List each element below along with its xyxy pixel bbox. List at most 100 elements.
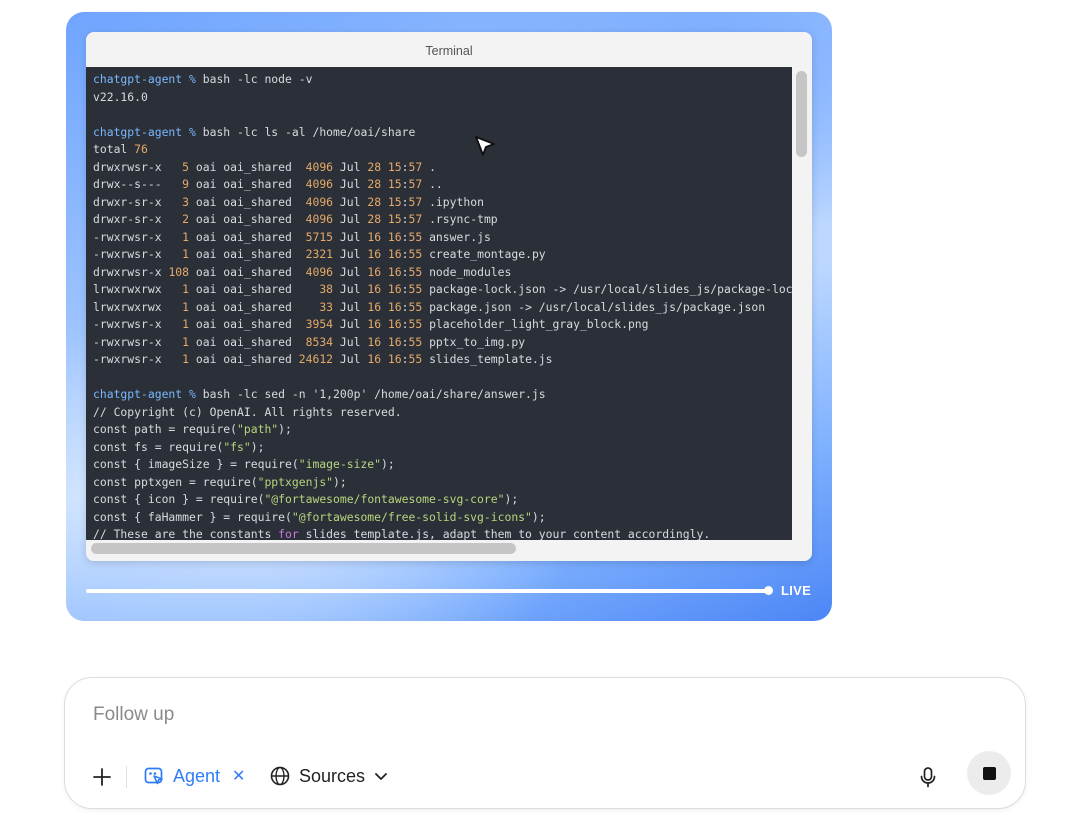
terminal-segment: );	[531, 509, 546, 524]
terminal-segment: 55	[408, 299, 423, 314]
terminal-segment: 55	[408, 247, 423, 261]
terminal-segment: oai oai_shared	[189, 194, 306, 209]
composer: Agent ✕ Sources	[64, 677, 1026, 809]
terminal-segment: -rwxrwsr-x	[93, 317, 183, 331]
terminal-line: -rwxrwsr-x 1 oai oai_shared 8534 Jul 16 …	[93, 334, 792, 352]
sources-button[interactable]: Sources	[269, 761, 389, 791]
terminal-window: Terminal chatgpt-agent % bash -lc node -…	[86, 32, 812, 561]
terminal-segment: const { imageSize } = require(	[93, 457, 299, 471]
agent-icon	[144, 767, 163, 785]
terminal-segment: 55	[408, 317, 423, 331]
agent-mode-chip[interactable]: Agent ✕	[143, 761, 245, 791]
terminal-segment: chatgpt-agent %	[93, 72, 203, 86]
terminal-segment: Jul	[333, 317, 368, 331]
progress-handle[interactable]	[764, 586, 773, 595]
terminal-segment: oai oai_shared	[189, 282, 320, 296]
terminal-line: total 76	[93, 141, 792, 159]
terminal-segment: .	[422, 159, 436, 174]
terminal-line: const path = require("path");	[93, 421, 792, 439]
live-progress-bar[interactable]	[86, 589, 768, 593]
terminal-line: chatgpt-agent % bash -lc node -v	[93, 71, 792, 89]
terminal-segment: 8534	[305, 334, 334, 349]
terminal-segment: 57	[408, 177, 423, 191]
terminal-segment: :	[401, 247, 409, 261]
terminal-segment: "image-size"	[298, 457, 382, 471]
terminal-segment: Jul	[333, 334, 368, 349]
add-button[interactable]	[87, 762, 117, 792]
terminal-segment: :	[401, 177, 409, 191]
terminal-segment: );	[250, 439, 265, 454]
terminal-segment: :	[401, 229, 409, 244]
terminal-segment: -rwxrwsr-x	[93, 352, 183, 366]
terminal-segment: pptx_to_img.py	[422, 334, 526, 349]
terminal-segment: bash -lc node -v	[202, 72, 313, 86]
terminal-line: // These are the constants for slides_te…	[93, 526, 792, 540]
terminal-segment: v22.16.0	[93, 89, 148, 104]
terminal-line: const pptxgen = require("pptxgenjs");	[93, 474, 792, 492]
terminal-segment: 28	[367, 177, 382, 191]
terminal-segment: node_modules	[422, 264, 512, 279]
terminal-segment: 55	[408, 334, 423, 349]
terminal-segment: 55	[408, 352, 423, 366]
terminal-segment: oai oai_shared	[189, 352, 299, 366]
terminal-segment: 4096	[305, 212, 334, 226]
terminal-segment: 15	[387, 194, 402, 209]
terminal-segment	[381, 282, 388, 296]
terminal-segment: :	[401, 264, 409, 279]
terminal-segment: lrwxrwxrwx	[93, 299, 183, 314]
terminal-segment: 16	[387, 299, 402, 314]
terminal-segment: 16	[387, 247, 402, 261]
terminal-segment: 4096	[305, 159, 334, 174]
terminal-line: -rwxrwsr-x 1 oai oai_shared 3954 Jul 16 …	[93, 316, 792, 334]
terminal-segment: :	[401, 212, 409, 226]
terminal-line: -rwxrwsr-x 1 oai oai_shared 2321 Jul 16 …	[93, 246, 792, 264]
terminal-line: -rwxrwsr-x 1 oai oai_shared 24612 Jul 16…	[93, 351, 792, 369]
terminal-segment: const pptxgen = require(	[93, 474, 258, 489]
terminal-segment: );	[278, 422, 292, 436]
terminal-segment: ..	[422, 177, 443, 191]
terminal-segment: 15	[387, 159, 402, 174]
terminal-segment: drwxrwsr-x	[93, 264, 169, 279]
terminal-segment: 38	[319, 282, 334, 296]
terminal-segment: 3954	[305, 317, 334, 331]
horizontal-scrollbar[interactable]	[86, 540, 812, 561]
terminal-segment	[381, 317, 388, 331]
terminal-segment: 4096	[305, 194, 334, 209]
follow-up-input[interactable]	[91, 700, 915, 730]
terminal-line: const fs = require("fs");	[93, 439, 792, 457]
terminal-line: drwxrwsr-x 108 oai oai_shared 4096 Jul 1…	[93, 264, 792, 282]
stop-button[interactable]	[967, 751, 1011, 795]
terminal-segment: oai oai_shared	[189, 247, 306, 261]
chevron-down-icon	[375, 773, 387, 780]
sources-label: Sources	[299, 765, 366, 786]
terminal-line: v22.16.0	[93, 89, 792, 107]
terminal-segment: 16	[387, 282, 402, 296]
microphone-button[interactable]	[913, 762, 943, 792]
terminal-segment: 1	[182, 282, 190, 296]
toolbar-divider	[126, 766, 127, 788]
terminal-segment	[381, 300, 388, 314]
terminal-segment: const { faHammer } = require(	[93, 509, 292, 524]
terminal-segment: 9	[182, 177, 190, 191]
terminal-segment: "fs"	[223, 439, 251, 454]
terminal-line: drwx--s--- 9 oai oai_shared 4096 Jul 28 …	[93, 176, 792, 194]
terminal-segment: oai oai_shared	[189, 264, 306, 279]
terminal-segment: bash -lc sed -n '1,200p' /home/oai/share…	[202, 387, 546, 401]
terminal-line: -rwxrwsr-x 1 oai oai_shared 5715 Jul 16 …	[93, 229, 792, 247]
terminal-segment: 16	[367, 352, 382, 366]
terminal-segment: 24612	[298, 352, 334, 366]
terminal-segment: oai oai_shared	[189, 317, 306, 331]
terminal-line: const { faHammer } = require("@fortaweso…	[93, 509, 792, 527]
vertical-scrollbar[interactable]	[792, 67, 812, 540]
terminal-segment: 3	[182, 194, 190, 209]
close-icon[interactable]: ✕	[232, 766, 245, 786]
terminal-segment: package-lock.json -> /usr/local/slides_j…	[429, 282, 792, 296]
terminal-line: lrwxrwxrwx 1 oai oai_shared 33 Jul 16 16…	[93, 299, 792, 317]
horizontal-scrollbar-thumb[interactable]	[91, 543, 516, 554]
terminal-segment: 16	[367, 299, 382, 314]
mouse-cursor-icon	[475, 136, 495, 156]
terminal-segment: 108	[168, 264, 190, 279]
terminal-segment: 16	[387, 334, 402, 349]
vertical-scrollbar-thumb[interactable]	[796, 71, 807, 157]
terminal-segment: placeholder_light_gray_block.png	[422, 317, 649, 331]
